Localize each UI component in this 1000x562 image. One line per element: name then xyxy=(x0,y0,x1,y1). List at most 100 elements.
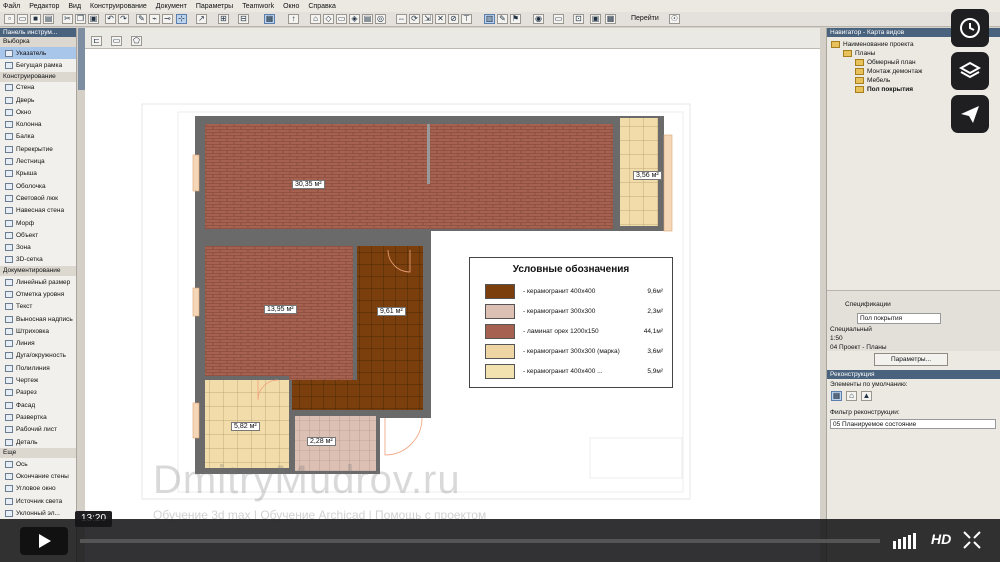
tool-item[interactable]: Оболочка xyxy=(0,180,76,192)
construct-section[interactable]: Конструирование xyxy=(0,71,76,82)
menu-item[interactable]: Конструирование xyxy=(90,3,147,10)
selection-method-icon[interactable]: ⊏ xyxy=(91,36,102,46)
menu-item[interactable]: Файл xyxy=(3,3,20,10)
cut-icon[interactable]: ✂ xyxy=(62,14,73,24)
rotate-icon[interactable]: ⟳ xyxy=(409,14,420,24)
tool-item[interactable]: Фасад xyxy=(0,399,76,411)
menu-item[interactable]: Редактор xyxy=(29,3,59,10)
tool-item[interactable]: Уклонный эл... xyxy=(0,507,76,519)
tool-item[interactable]: Балка xyxy=(0,131,76,143)
copy-icon[interactable]: ❐ xyxy=(75,14,86,24)
tool-item[interactable]: Окно xyxy=(0,106,76,118)
arrow-icon[interactable]: ↑ xyxy=(288,14,299,24)
eyedropper-icon[interactable]: ⌁ xyxy=(149,14,160,24)
tool-item[interactable]: Зона xyxy=(0,241,76,253)
structure-icon[interactable]: ▣ xyxy=(590,14,601,24)
tool-item[interactable]: Линия xyxy=(0,338,76,350)
grid-icon[interactable]: ⊞ xyxy=(218,14,229,24)
renovation-filter-select[interactable]: 05 Планируемое состояние xyxy=(830,419,996,429)
elevation-icon[interactable]: ▭ xyxy=(336,14,347,24)
save-icon[interactable]: ■ xyxy=(30,14,41,24)
plan-icon[interactable]: ⌂ xyxy=(310,14,321,24)
walk-icon[interactable]: ☉ xyxy=(669,14,680,24)
gravity-icon[interactable]: ⊟ xyxy=(238,14,249,24)
tool-item[interactable]: 3D-сетка xyxy=(0,254,76,266)
tool-item[interactable]: Окончание стены xyxy=(0,471,76,483)
tool-item[interactable]: Полилиния xyxy=(0,362,76,374)
layer-combo-icon[interactable]: ▥ xyxy=(484,14,495,24)
model-view-icon[interactable]: ⚑ xyxy=(510,14,521,24)
redo-icon[interactable]: ↷ xyxy=(118,14,129,24)
tool-item[interactable]: Деталь xyxy=(0,436,76,448)
undo-icon[interactable]: ↶ xyxy=(105,14,116,24)
snap-icon[interactable]: ⊹ xyxy=(176,14,187,24)
open-file-icon[interactable]: ▭ xyxy=(17,14,28,24)
tool-item[interactable]: Рабочий лист xyxy=(0,424,76,436)
menu-item[interactable]: Вид xyxy=(68,3,81,10)
trim-icon[interactable]: ✕ xyxy=(435,14,446,24)
adjust-icon[interactable]: ⊤ xyxy=(461,14,472,24)
tool-item[interactable]: Световой люк xyxy=(0,192,76,204)
partial-structure-icon[interactable]: ▦ xyxy=(605,14,616,24)
syringe-icon[interactable]: ⊸ xyxy=(162,14,173,24)
new-icon[interactable]: ▲ xyxy=(861,391,872,401)
tool-item[interactable]: Морф xyxy=(0,217,76,229)
collections-button[interactable] xyxy=(951,52,989,90)
menu-item[interactable]: Документ xyxy=(156,3,187,10)
tool-item[interactable]: Указатель xyxy=(0,47,76,60)
menu-item[interactable]: Окно xyxy=(283,3,299,10)
print-icon[interactable]: ▤ xyxy=(43,14,54,24)
tool-item[interactable]: Источник света xyxy=(0,495,76,507)
tool-item[interactable]: Штриховка xyxy=(0,325,76,337)
menu-item[interactable]: Параметры xyxy=(196,3,233,10)
tool-item[interactable]: Крыша xyxy=(0,168,76,180)
volume-bars-icon[interactable] xyxy=(893,531,921,549)
hd-toggle[interactable]: HD xyxy=(931,531,951,547)
tool-item[interactable]: Чертеж xyxy=(0,374,76,386)
pencil-icon[interactable]: ✎ xyxy=(136,14,147,24)
split-icon[interactable]: ⊘ xyxy=(448,14,459,24)
play-button[interactable] xyxy=(20,527,68,555)
layers-icon[interactable]: ▦ xyxy=(264,14,275,24)
paste-icon[interactable]: ▣ xyxy=(88,14,99,24)
fullscreen-icon[interactable] xyxy=(963,531,981,549)
tool-item[interactable]: Перекрытие xyxy=(0,143,76,155)
menu-item[interactable]: Справка xyxy=(308,3,335,10)
tool-item[interactable]: Выносная надпись xyxy=(0,313,76,325)
tool-item[interactable]: Угловое окно xyxy=(0,483,76,495)
worksheet-icon[interactable]: ▤ xyxy=(362,14,373,24)
menu-item[interactable]: Teamwork xyxy=(242,3,274,10)
tool-item[interactable]: Стена xyxy=(0,82,76,94)
detail-icon[interactable]: ◎ xyxy=(375,14,386,24)
go-label[interactable]: Перейти xyxy=(631,15,659,22)
tool-item[interactable]: Объект xyxy=(0,229,76,241)
renovation-icon[interactable]: ◉ xyxy=(533,14,544,24)
progress-bar[interactable] xyxy=(80,539,880,543)
tool-item[interactable]: Бегущая рамка xyxy=(0,59,76,71)
tool-item[interactable]: Линейный размер xyxy=(0,276,76,288)
tool-item[interactable]: Лестница xyxy=(0,155,76,167)
pen-set-icon[interactable]: ✎ xyxy=(497,14,508,24)
offset-icon[interactable]: ⇲ xyxy=(422,14,433,24)
spec-field[interactable]: Пол покрытия xyxy=(857,313,941,324)
select-section[interactable]: Выборка xyxy=(0,37,76,47)
tool-item[interactable]: Дуга/окружность xyxy=(0,350,76,362)
mirror-icon[interactable]: ⇔ xyxy=(396,14,407,24)
rect-select-icon[interactable]: ▭ xyxy=(111,36,122,46)
info-box-tab[interactable] xyxy=(78,28,85,90)
tool-item[interactable]: Дверь xyxy=(0,94,76,106)
watch-later-button[interactable] xyxy=(951,9,989,47)
scale-icon[interactable]: ▭ xyxy=(553,14,564,24)
doc-section[interactable]: Документирование xyxy=(0,266,76,277)
tool-item[interactable]: Навесная стена xyxy=(0,205,76,217)
tool-item[interactable]: Разрез xyxy=(0,387,76,399)
poly-select-icon[interactable]: ⬠ xyxy=(131,36,142,46)
tool-item[interactable]: Ось xyxy=(0,458,76,470)
guide-icon[interactable]: ↗ xyxy=(196,14,207,24)
section-icon[interactable]: ◇ xyxy=(323,14,334,24)
3d-view-icon[interactable]: ◈ xyxy=(349,14,360,24)
tool-item[interactable]: Отметка уровня xyxy=(0,288,76,300)
tool-item[interactable]: Развертка xyxy=(0,411,76,423)
existing-icon[interactable]: ▦ xyxy=(831,391,842,401)
tool-item[interactable]: Текст xyxy=(0,301,76,313)
